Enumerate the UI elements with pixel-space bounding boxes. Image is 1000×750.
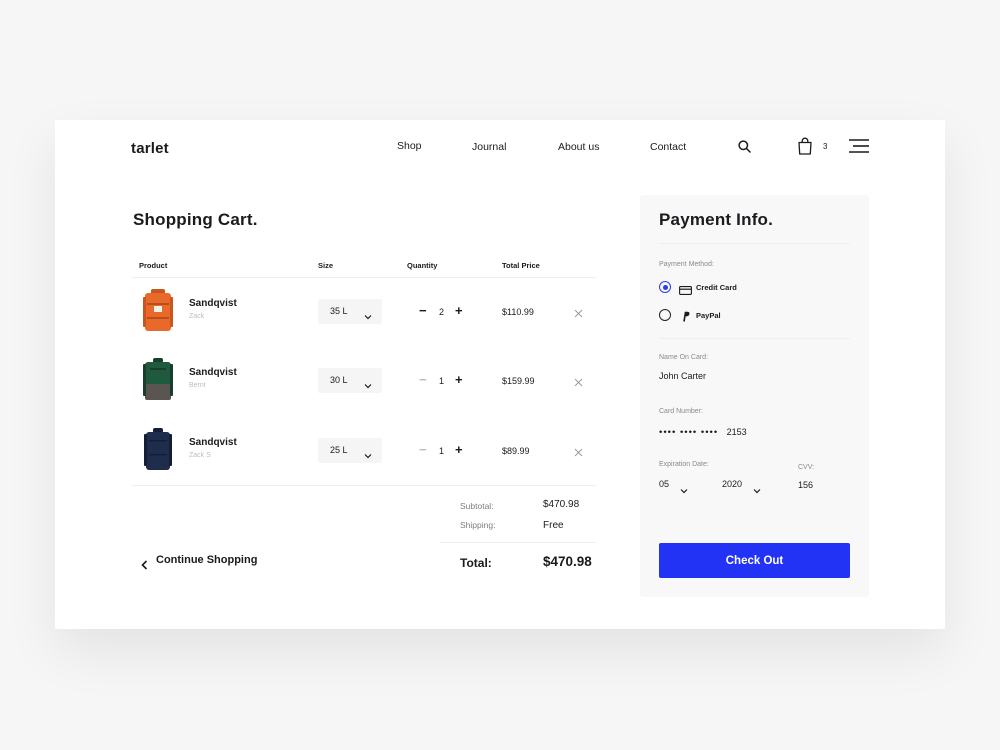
product-name[interactable]: Sandqvist <box>189 437 237 448</box>
chevron-left-icon <box>141 557 148 575</box>
cvv-label: CVV: <box>798 464 815 471</box>
expiration-date-label: Expiration Date: <box>659 461 709 468</box>
chevron-down-icon <box>364 307 372 325</box>
chevron-down-icon <box>364 376 372 394</box>
item-total-price: $110.99 <box>502 307 534 317</box>
shipping-value: Free <box>543 520 564 531</box>
size-value: 25 L <box>330 445 348 455</box>
remove-item-icon[interactable] <box>574 444 583 462</box>
payment-method-label: Payment Method: <box>659 261 714 268</box>
method-divider <box>659 338 850 339</box>
nav-journal[interactable]: Journal <box>472 141 506 153</box>
credit-card-label[interactable]: Credit Card <box>696 283 737 292</box>
decrease-quantity-button[interactable]: − <box>419 304 427 317</box>
decrease-quantity-button[interactable]: − <box>419 443 427 456</box>
menu-icon[interactable] <box>849 139 870 158</box>
credit-card-icon <box>679 282 692 300</box>
checkout-card: tarlet Shop Journal About us Contact 3 S… <box>55 120 945 629</box>
cart-count-badge: 3 <box>823 142 828 151</box>
product-variant: Zack <box>189 313 205 320</box>
chevron-down-icon <box>680 481 688 499</box>
header-total-price: Total Price <box>502 261 540 270</box>
nav-about-us[interactable]: About us <box>558 141 599 153</box>
size-select[interactable]: 25 L <box>318 438 382 463</box>
header-product: Product <box>139 261 168 270</box>
card-number-input[interactable]: •••• •••• •••• 2153 <box>659 422 747 440</box>
credit-card-radio[interactable] <box>659 281 671 293</box>
cvv-input[interactable]: 156 <box>798 480 813 490</box>
decrease-quantity-button[interactable]: − <box>419 373 427 386</box>
remove-item-icon[interactable] <box>574 305 583 323</box>
cart-row: Sandqvist Bernt 30 L − 1 + $159.99 <box>132 346 596 412</box>
quantity-value: 1 <box>439 376 445 386</box>
increase-quantity-button[interactable]: + <box>455 304 463 317</box>
items-divider <box>132 485 596 486</box>
card-number-label: Card Number: <box>659 408 703 415</box>
check-out-button[interactable]: Check Out <box>659 543 850 578</box>
expiration-year-select[interactable]: 2020 <box>722 479 772 494</box>
item-total-price: $89.99 <box>502 446 530 456</box>
paypal-label[interactable]: PayPal <box>696 311 721 320</box>
increase-quantity-button[interactable]: + <box>455 373 463 386</box>
size-value: 35 L <box>330 306 348 316</box>
brand-logo[interactable]: tarlet <box>131 140 169 157</box>
product-image <box>142 428 174 472</box>
size-select[interactable]: 30 L <box>318 368 382 393</box>
expiration-year-value: 2020 <box>722 479 743 489</box>
cart-title: Shopping Cart. <box>133 210 258 229</box>
subtotal-value: $470.98 <box>543 499 580 510</box>
nav-shop[interactable]: Shop <box>397 140 422 152</box>
nav-contact[interactable]: Contact <box>650 141 686 153</box>
item-total-price: $159.99 <box>502 376 535 386</box>
quantity-value: 1 <box>439 446 445 456</box>
cart-row: Sandqvist Zack 35 L − 2 + $110.99 <box>132 277 596 343</box>
header-quantity: Quantity <box>407 261 438 270</box>
name-on-card-input[interactable]: John Carter <box>659 371 706 381</box>
summary-divider <box>440 542 596 543</box>
cart-row: Sandqvist Zack S 25 L − 1 + $89.99 <box>132 416 596 482</box>
quantity-value: 2 <box>439 307 445 317</box>
paypal-radio[interactable] <box>659 309 671 321</box>
remove-item-icon[interactable] <box>574 374 583 392</box>
payment-divider <box>659 243 850 244</box>
product-name[interactable]: Sandqvist <box>189 298 237 309</box>
payment-panel: Payment Info. Payment Method: Credit Car… <box>640 195 869 597</box>
size-value: 30 L <box>330 375 348 385</box>
increase-quantity-button[interactable]: + <box>455 443 463 456</box>
expiration-month-select[interactable]: 05 <box>659 479 699 494</box>
card-number-last-digits: 2153 <box>726 427 747 437</box>
product-variant: Zack S <box>189 452 211 459</box>
product-image <box>142 289 174 333</box>
search-icon[interactable] <box>738 140 751 158</box>
name-on-card-label: Name On Card: <box>659 354 709 361</box>
continue-shopping-label: Continue Shopping <box>156 554 258 566</box>
header-size: Size <box>318 261 334 270</box>
size-select[interactable]: 35 L <box>318 299 382 324</box>
shipping-label: Shipping: <box>460 520 496 530</box>
product-image <box>142 358 174 402</box>
product-variant: Bernt <box>189 382 206 389</box>
shopping-bag-icon[interactable] <box>797 137 813 160</box>
paypal-icon <box>682 309 690 327</box>
total-value: $470.98 <box>543 554 592 569</box>
total-label: Total: <box>460 556 492 570</box>
payment-title: Payment Info. <box>659 210 774 229</box>
card-number-mask: •••• •••• •••• <box>659 427 719 438</box>
expiration-month-value: 05 <box>659 479 670 489</box>
product-name[interactable]: Sandqvist <box>189 367 237 378</box>
subtotal-label: Subtotal: <box>460 501 494 511</box>
chevron-down-icon <box>753 481 761 499</box>
chevron-down-icon <box>364 446 372 464</box>
